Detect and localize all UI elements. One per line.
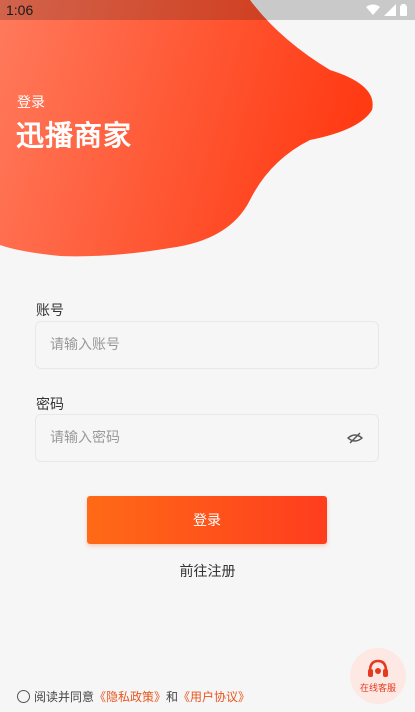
header-subtitle: 登录 (17, 95, 45, 111)
agreement-and: 和 (166, 690, 179, 704)
signal-icon (384, 4, 396, 16)
customer-service-label: 在线客服 (359, 683, 396, 694)
eye-off-icon[interactable] (346, 429, 364, 447)
account-label: 账号 (36, 303, 64, 319)
account-input[interactable] (50, 337, 364, 353)
page-title: 迅播商家 (16, 119, 133, 152)
status-time: 1:06 (6, 2, 34, 18)
password-field[interactable] (35, 414, 379, 462)
register-link[interactable]: 前往注册 (0, 561, 415, 581)
password-label: 密码 (36, 397, 64, 413)
login-button[interactable]: 登录 (87, 496, 327, 544)
privacy-policy-link[interactable]: 《隐私政策》 (94, 688, 166, 705)
status-bar: 1:06 (0, 0, 415, 20)
battery-icon (400, 4, 407, 16)
agreement: 阅读并同意 《隐私政策》 和 《用户协议》 (17, 688, 250, 705)
password-input[interactable] (50, 430, 346, 446)
user-agreement-link[interactable]: 《用户协议》 (178, 688, 250, 705)
customer-service-button[interactable]: 在线客服 (350, 648, 406, 704)
status-icons (366, 4, 407, 16)
wifi-icon (366, 4, 380, 15)
agreement-radio[interactable] (17, 690, 30, 703)
account-field[interactable] (35, 321, 379, 369)
agreement-prefix: 阅读并同意 (34, 690, 95, 704)
headset-icon (368, 659, 388, 677)
